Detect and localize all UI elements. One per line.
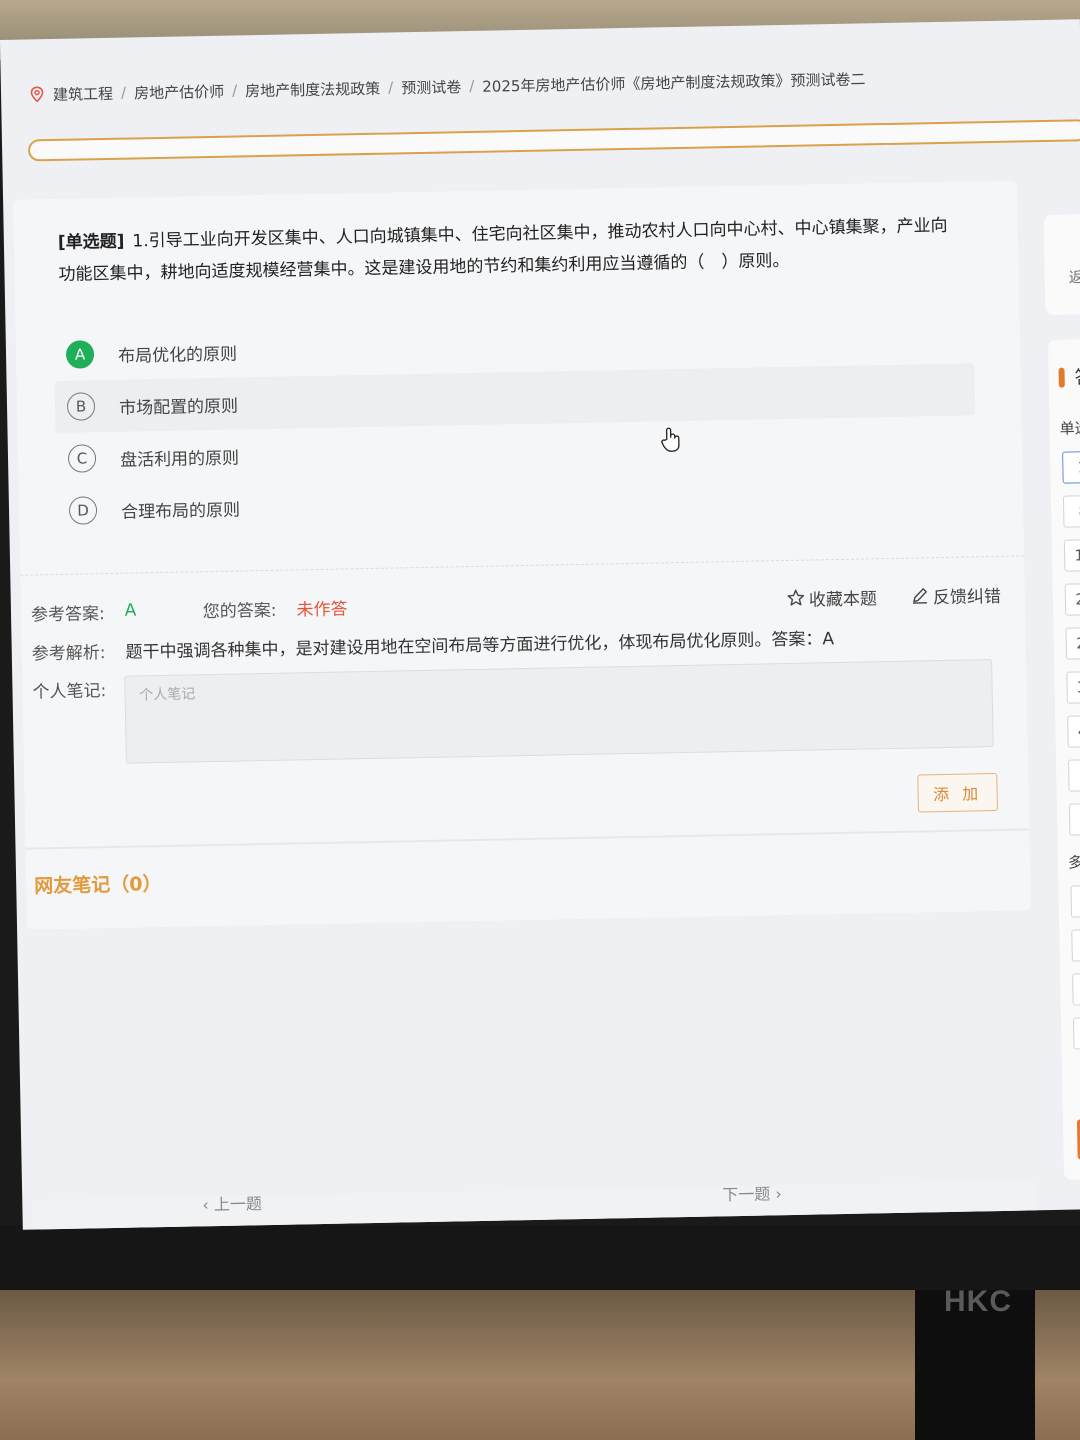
edit-icon bbox=[912, 588, 927, 604]
personal-note-label: 个人笔记: bbox=[32, 681, 107, 703]
breadcrumb-item-subject[interactable]: 房地产制度法规政策 bbox=[245, 77, 380, 101]
option-a-text: 布局优化的原则 bbox=[117, 344, 238, 367]
answer-row: 参考答案: A 您的答案: 未作答 收藏本题 反馈纠错 bbox=[31, 579, 1001, 628]
breadcrumb-item-exam[interactable]: 房地产估价师 bbox=[134, 80, 224, 103]
user-answer-label: 您的答案: bbox=[202, 600, 277, 622]
user-answer-value: 未作答 bbox=[296, 598, 348, 620]
question-number-button[interactable]: 8 bbox=[1071, 928, 1080, 962]
question-number-button[interactable]: 22 bbox=[1072, 1016, 1080, 1050]
option-d-text: 合理布局的原则 bbox=[120, 499, 241, 523]
progress-bar bbox=[27, 119, 1080, 162]
back-panel[interactable]: 返 bbox=[1043, 213, 1080, 315]
breadcrumb: 建筑工程 / 房地产估价师 / 房地产制度法规政策 / 预测试卷 / 2025年… bbox=[29, 63, 866, 109]
option-c-badge: C bbox=[67, 444, 97, 473]
question-number-button[interactable]: 29 bbox=[1065, 626, 1080, 660]
personal-note-input[interactable] bbox=[123, 659, 994, 764]
option-a-badge: A bbox=[65, 340, 95, 369]
question-number-button[interactable]: 15 bbox=[1063, 538, 1080, 572]
breadcrumb-separator: / bbox=[469, 76, 475, 95]
hand-cursor-icon bbox=[661, 427, 680, 452]
option-b-badge: B bbox=[66, 392, 96, 421]
next-question-label: 下一题 bbox=[722, 1184, 771, 1205]
question-number-button[interactable]: 22 bbox=[1064, 582, 1080, 616]
breadcrumb-separator: / bbox=[387, 78, 394, 97]
analysis-text: 题干中强调各种集中，是对建设用地在空间布局等方面进行优化，体现布局优化原则。答案… bbox=[125, 629, 835, 663]
question-nav-bar bbox=[32, 1180, 1038, 1230]
screen: 建筑工程 / 房地产估价师 / 房地产制度法规政策 / 预测试卷 / 2025年… bbox=[0, 19, 1080, 1230]
question-number-button[interactable]: 1 bbox=[1062, 450, 1080, 484]
question-number-button[interactable]: 8 bbox=[1062, 494, 1080, 528]
analysis-row: 参考解析: 题干中强调各种集中，是对建设用地在空间布局等方面进行优化，体现布局优… bbox=[31, 621, 1002, 665]
location-icon bbox=[30, 86, 44, 103]
option-list: A 布局优化的原则 B 市场配置的原则 C 盘活利用的原则 D 合理布局的原则 bbox=[54, 311, 978, 537]
previous-question-label: 上一题 bbox=[213, 1194, 263, 1215]
add-note-button[interactable]: 添 加 bbox=[917, 772, 998, 813]
panel-accent-bar bbox=[1058, 367, 1065, 388]
notes-divider bbox=[25, 828, 1030, 850]
breadcrumb-item-paper: 2025年房地产估价师《房地产制度法规政策》预测试卷二 bbox=[482, 69, 866, 96]
breadcrumb-separator: / bbox=[120, 83, 127, 102]
reference-answer-label: 参考答案: bbox=[30, 603, 105, 626]
question-number-button[interactable]: 1 bbox=[1070, 884, 1080, 918]
breadcrumb-item-paper-type[interactable]: 预测试卷 bbox=[401, 76, 461, 98]
previous-question-button[interactable]: ‹ 上一题 bbox=[202, 1190, 262, 1215]
monitor-brand-logo: HKC bbox=[944, 1285, 1012, 1318]
multi-choice-label: 多选 bbox=[1067, 853, 1080, 872]
favorite-button[interactable]: 收藏本题 bbox=[787, 584, 877, 611]
favorite-label: 收藏本题 bbox=[808, 588, 878, 611]
question-number-button[interactable]: 57 bbox=[1068, 802, 1080, 836]
monitor-bezel-bottom bbox=[0, 1225, 1080, 1300]
question-actions: 收藏本题 反馈纠错 bbox=[787, 581, 1001, 610]
question-type-label: [单选题] bbox=[57, 231, 125, 253]
question-stem: [单选题] 1.引导工业向开发区集中、人口向城镇集中、住宅向社区集中，推动农村人口… bbox=[58, 210, 959, 291]
chevron-right-icon: › bbox=[770, 1184, 782, 1204]
feedback-button[interactable]: 反馈纠错 bbox=[911, 581, 1001, 608]
option-d-badge: D bbox=[68, 496, 98, 525]
question-number-button[interactable]: 43 bbox=[1067, 714, 1080, 748]
panel-title: 答 bbox=[1074, 367, 1080, 389]
question-card: [单选题] 1.引导工业向开发区集中、人口向城镇集中、住宅向社区集中，推动农村人口… bbox=[13, 180, 1031, 930]
single-choice-label: 单选 bbox=[1059, 419, 1080, 438]
question-number-button[interactable]: 15 bbox=[1072, 972, 1080, 1006]
community-notes-tab[interactable]: 网友笔记（0） bbox=[34, 869, 162, 898]
breadcrumb-separator: / bbox=[231, 81, 238, 100]
feedback-label: 反馈纠错 bbox=[932, 586, 1002, 608]
option-b-text: 市场配置的原则 bbox=[118, 395, 239, 419]
next-question-button[interactable]: 下一题 › bbox=[722, 1180, 782, 1205]
question-number-button[interactable]: 50 bbox=[1068, 758, 1080, 792]
question-text: 1.引导工业向开发区集中、人口向城镇集中、住宅向社区集中，推动农村人口向中心村、… bbox=[58, 215, 948, 285]
personal-note-row: 个人笔记: bbox=[32, 659, 1004, 766]
breadcrumb-item-category[interactable]: 建筑工程 bbox=[53, 82, 113, 104]
question-number-button[interactable]: 36 bbox=[1066, 670, 1080, 704]
analysis-label: 参考解析: bbox=[31, 643, 106, 665]
star-icon bbox=[787, 589, 805, 606]
option-c-text: 盘活利用的原则 bbox=[119, 447, 240, 471]
answer-card-panel: 答 单选 1 8 15 22 29 36 43 50 57 多选 1 8 15 … bbox=[1047, 338, 1080, 1180]
back-label: 返 bbox=[1068, 268, 1080, 287]
reference-answer-value: A bbox=[124, 600, 137, 621]
section-divider bbox=[20, 555, 1025, 576]
